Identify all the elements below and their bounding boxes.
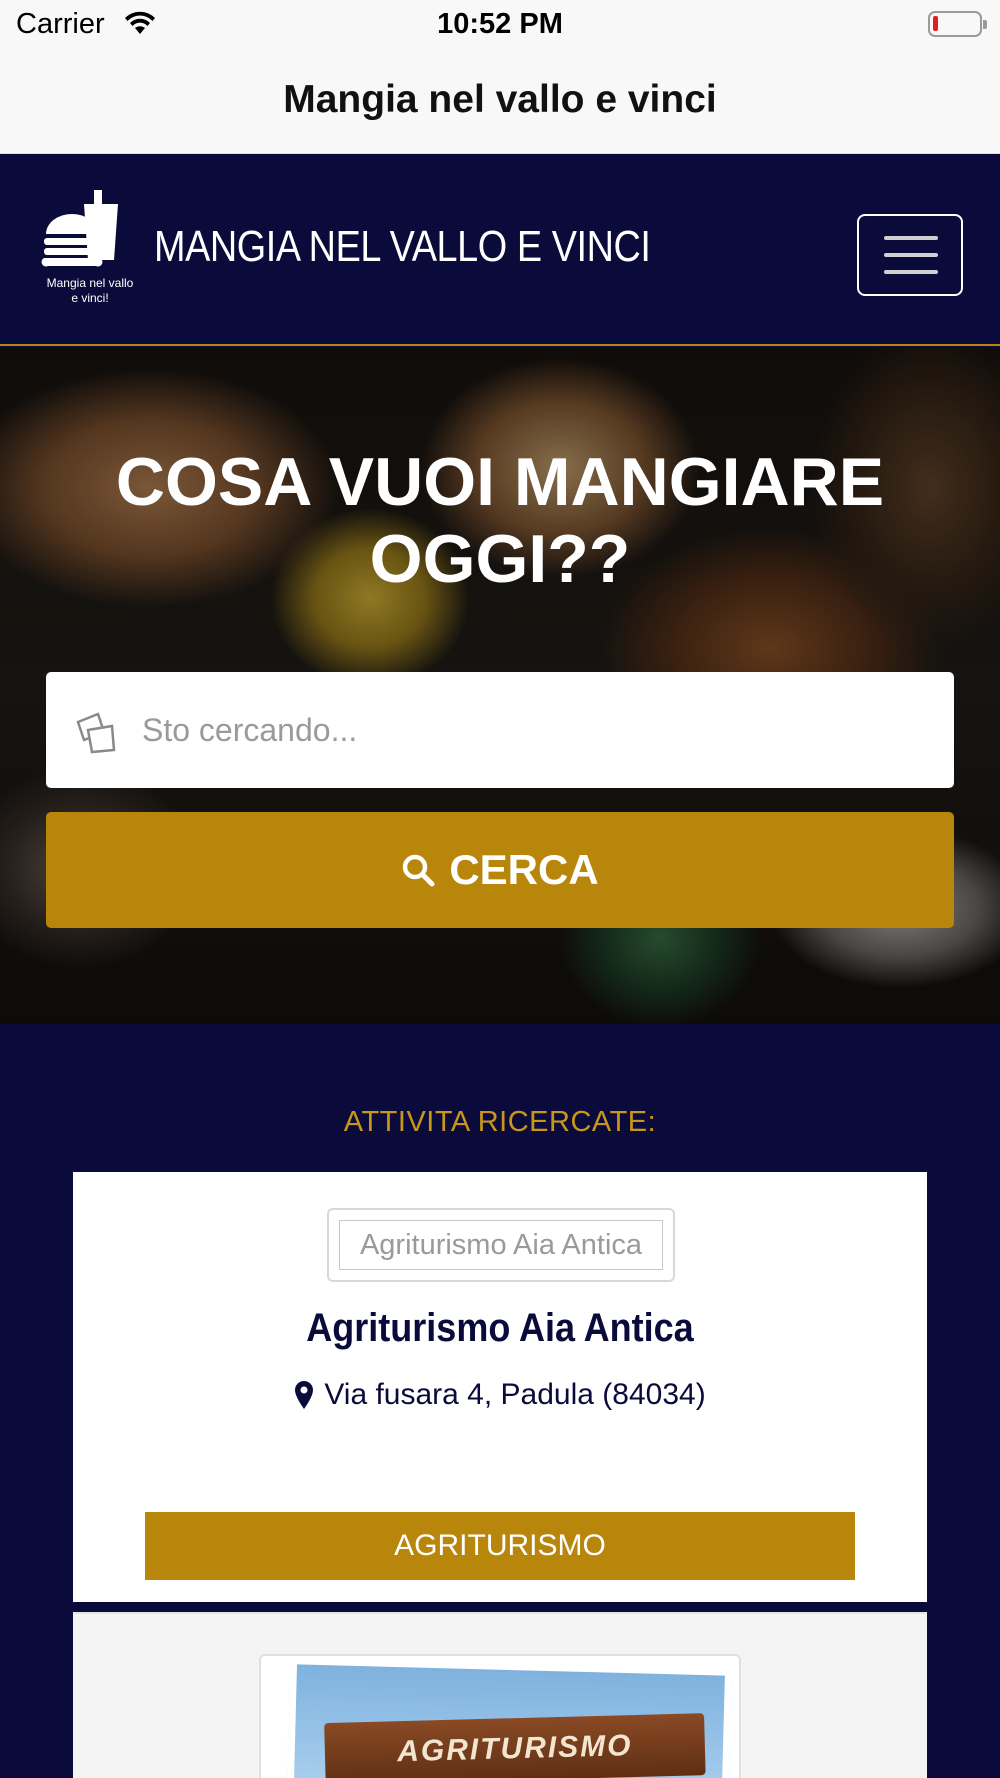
map-marker-icon (295, 1381, 314, 1409)
status-bar: Carrier 10:52 PM (0, 0, 1000, 50)
hero-title-line2: OGGI?? (369, 521, 631, 597)
hero-title: COSA VUOI MANGIARE OGGI?? (0, 444, 1000, 598)
category-label: AGRITURISMO (394, 1529, 606, 1562)
search-button-label: CERCA (449, 846, 599, 893)
tags-icon (76, 712, 116, 754)
search-icon (403, 854, 435, 887)
business-logo[interactable]: Agriturismo Aia Antica (327, 1208, 675, 1282)
business-name[interactable]: Agriturismo Aia Antica (116, 1306, 885, 1351)
site-header: Mangia nel vallo e vinci! MANGIA NEL VAL… (0, 154, 1000, 346)
category-button[interactable]: AGRITURISMO (145, 1512, 855, 1580)
hero-title-line1: COSA VUOI MANGIARE (115, 444, 885, 520)
nav-title: Mangia nel vallo e vinci (283, 78, 717, 121)
business-address-text: Via fusara 4, Padula (84034) (324, 1378, 706, 1411)
hamburger-line (884, 253, 938, 257)
business-card[interactable]: Agriturismo Aia Antica Agriturismo Aia A… (73, 1172, 927, 1602)
hamburger-menu-icon (884, 236, 938, 240)
battery-low-icon (928, 11, 987, 37)
search-button[interactable]: CERCA (46, 812, 954, 928)
wooden-sign: AGRITURISMO (324, 1713, 706, 1778)
hero-section: COSA VUOI MANGIARE OGGI?? CERCA (0, 348, 1000, 1024)
logo-caption: Mangia nel vallo e vinci! (36, 276, 144, 306)
hamburger-line (884, 270, 938, 274)
business-card[interactable]: AGRITURISMO (73, 1612, 927, 1778)
navigation-bar: Mangia nel vallo e vinci (0, 50, 1000, 154)
search-field-container[interactable] (46, 672, 954, 788)
business-photo-frame[interactable]: AGRITURISMO (259, 1654, 741, 1778)
logo-caption-line1: Mangia nel vallo (46, 276, 134, 290)
results-section: ATTIVITA RICERCATE: Agriturismo Aia Anti… (0, 1024, 1000, 1778)
site-title[interactable]: MANGIA NEL VALLO E VINCI (154, 222, 651, 272)
hamburger-menu-button[interactable] (857, 214, 963, 296)
business-photo: AGRITURISMO (293, 1664, 725, 1778)
business-address: Via fusara 4, Padula (84034) (73, 1378, 927, 1412)
business-logo-alt-text: Agriturismo Aia Antica (339, 1220, 663, 1270)
results-heading: ATTIVITA RICERCATE: (343, 1106, 657, 1138)
logo-caption-line2: e vinci! (71, 291, 109, 305)
clock: 10:52 PM (437, 8, 563, 40)
search-input[interactable] (142, 672, 932, 788)
